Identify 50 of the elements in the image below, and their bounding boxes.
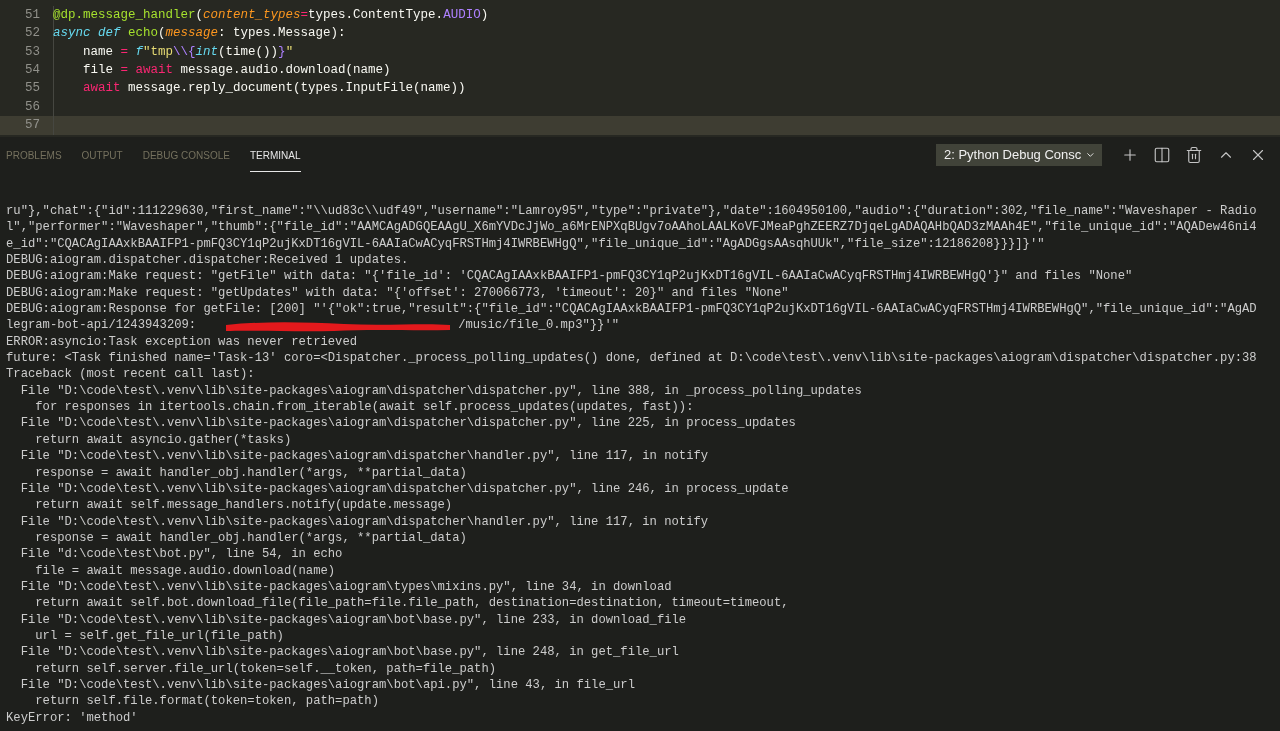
terminal-line: File "D:\code\test\.venv\lib\site-packages\aiogram\dispatcher\handler.py", line 117, in notify <box>19 514 709 529</box>
panel-tab[interactable]: DEBUG CONSOLE <box>142 137 230 172</box>
terminal-line: File "D:\code\test\.venv\lib\site-packages\aiogram\types\mixins.py", line 34, in download <box>19 579 672 594</box>
terminal-line: file = await message.audio.download(name) <box>34 563 336 578</box>
terminal-line: return self.server.file_url(token=self.__token, path=file_path) <box>34 661 497 676</box>
code-line: file = await message.audio.download(name) <box>82 62 391 79</box>
terminal-line: File "D:\code\test\.venv\lib\site-packages\aiogram\dispatcher\dispatcher.py", line 225, in process_updates <box>19 416 796 431</box>
terminal-line: response = await handler_obj.handler(*args, **partial_data) <box>34 530 467 545</box>
terminal-line: l","performer":"Waveshaper","thumb":{"file_id":"AAMCAgADGQEAAgU_X6mYVDcJjWo_a6MrENPXqBUgv7oAAhoLAALKoVFJMeaPghZEERZ7DjqeLgADAQAHbQAD3zMAAh4E","file_unique_id":"AQADew46ni4 <box>6 220 1257 235</box>
terminal-line: response = await handler_obj.handler(*args, **partial_data) <box>34 465 467 480</box>
line-number: 53 <box>24 43 40 61</box>
code-line: name = f"tmp\\{int(time())}" <box>82 43 294 61</box>
terminal-line: e_id":"CQACAgIAAxkBAAIFP1-pmFQ3CY1qP2ujKxDT16gVIL-6AAIaCwACyqFRSTHmj4IWRBEWHgQ","file_unique_id":"AgADGgsAAsqhUUk","file_size":12186208}}}]}'" <box>6 236 1045 251</box>
terminal-line: File "D:\code\test\.venv\lib\site-packages\aiogram\dispatcher\handler.py", line 117, in notify <box>19 449 709 464</box>
panel-tab[interactable]: PROBLEMS <box>6 137 62 172</box>
terminal-line: File "d:\code\test\bot.py", line 54, in echo <box>19 547 343 562</box>
terminal-line: KeyError: 'method' <box>6 710 138 725</box>
terminal-line: File "D:\code\test\.venv\lib\site-packages\aiogram\bot\base.py", line 233, in download_file <box>19 612 687 627</box>
panel-tab[interactable]: TERMINAL <box>249 137 301 172</box>
terminal-line: /music/file_0.mp3"}}'" <box>458 317 620 334</box>
line-number: 54 <box>24 62 40 79</box>
terminal-line: return await asyncio.gather(*tasks) <box>34 432 292 447</box>
code-line: @dp.message_handler(content_types=types.ContentType.AUDIO) <box>53 6 489 24</box>
terminal-line: return await self.message_handlers.notify(update.message) <box>34 498 453 513</box>
line-number: 51 <box>24 6 40 24</box>
terminal-line: return await self.bot.download_file(file_path=file.file_path, destination=destination, timeout=timeout, <box>34 596 789 611</box>
terminal-line: Traceback (most recent call last): <box>6 367 255 382</box>
terminal-line: future: <Task finished name='Task-13' coro=<Dispatcher._process_polling_updates() done, defined at D:\code\test\.venv\lib\site-packages\aiogram\dispatcher\dispatcher.py:38 <box>6 351 1257 366</box>
terminal-line: File "D:\code\test\.venv\lib\site-packages\aiogram\dispatcher\dispatcher.py", line 388, in _process_polling_updates <box>19 383 862 398</box>
line-number: 55 <box>24 80 40 98</box>
terminal-line: ERROR:asyncio:Task exception was never retrieved <box>6 334 358 349</box>
terminal-line: ru"},"chat":{"id":111229630,"first_name":"\\ud83c\\udf49","username":"Lamroy95","type":"private"},"date":1604950100,"audio":{"duration":302,"file_name":"Waveshaper - Radio <box>6 204 1257 218</box>
terminal-line: File "D:\code\test\.venv\lib\site-packages\aiogram\bot\api.py", line 43, in file_url <box>19 677 635 692</box>
terminal-line: url = self.get_file_url(file_path) <box>34 628 284 643</box>
line-number: 57 <box>24 117 40 135</box>
terminal-line: File "D:\code\test\.venv\lib\site-packages\aiogram\bot\base.py", line 248, in get_file_url <box>19 645 679 660</box>
code-line: async def echo(message: types.Message): <box>53 25 346 43</box>
code-line: await message.reply_document(types.InputFile(name)) <box>82 80 466 98</box>
terminal-line: legram-bot-api/1243943209: <box>6 317 197 334</box>
panel-tab[interactable]: OUTPUT <box>81 137 123 172</box>
terminal-select[interactable]: 2: Python Debug Consc <box>936 143 1102 166</box>
terminal-line: DEBUG:aiogram:Response for getFile: [200] "'{"ok":true,"result":{"file_id":"CQACAgIAAxkBAAIFP1-pmFQ3CY1qP2ujKxDT16gVIL-6AAIaCwACyqFRSTHmj4IWRBEWHgQ","file_unique_id":"AgAD <box>6 302 1257 317</box>
terminal-line: DEBUG:aiogram:Make request: "getFile" with data: "{'file_id': 'CQACAgIAAxkBAAIFP1-pmFQ3CY1qP2ujKxDT16gVIL-6AAIaCwACyqFRSTHmj4IWRBEWHgQ'}" and files "None" <box>6 269 1133 284</box>
terminal-line: for responses in itertools.chain.from_iterable(await self.process_updates(updates, fast)): <box>34 400 694 415</box>
terminal-line: DEBUG:aiogram:Make request: "getUpdates" with data: "{'offset': 270066773, 'timeout': 20}" and files "None" <box>6 285 789 300</box>
line-number: 56 <box>24 98 40 116</box>
terminal-line: DEBUG:aiogram.dispatcher.dispatcher:Received 1 updates. <box>6 253 409 268</box>
line-number: 52 <box>24 25 40 43</box>
terminal-line: File "D:\code\test\.venv\lib\site-packages\aiogram\dispatcher\dispatcher.py", line 246, in process_update <box>19 481 789 496</box>
terminal-line: return self.file.format(token=token, path=path) <box>34 694 379 709</box>
